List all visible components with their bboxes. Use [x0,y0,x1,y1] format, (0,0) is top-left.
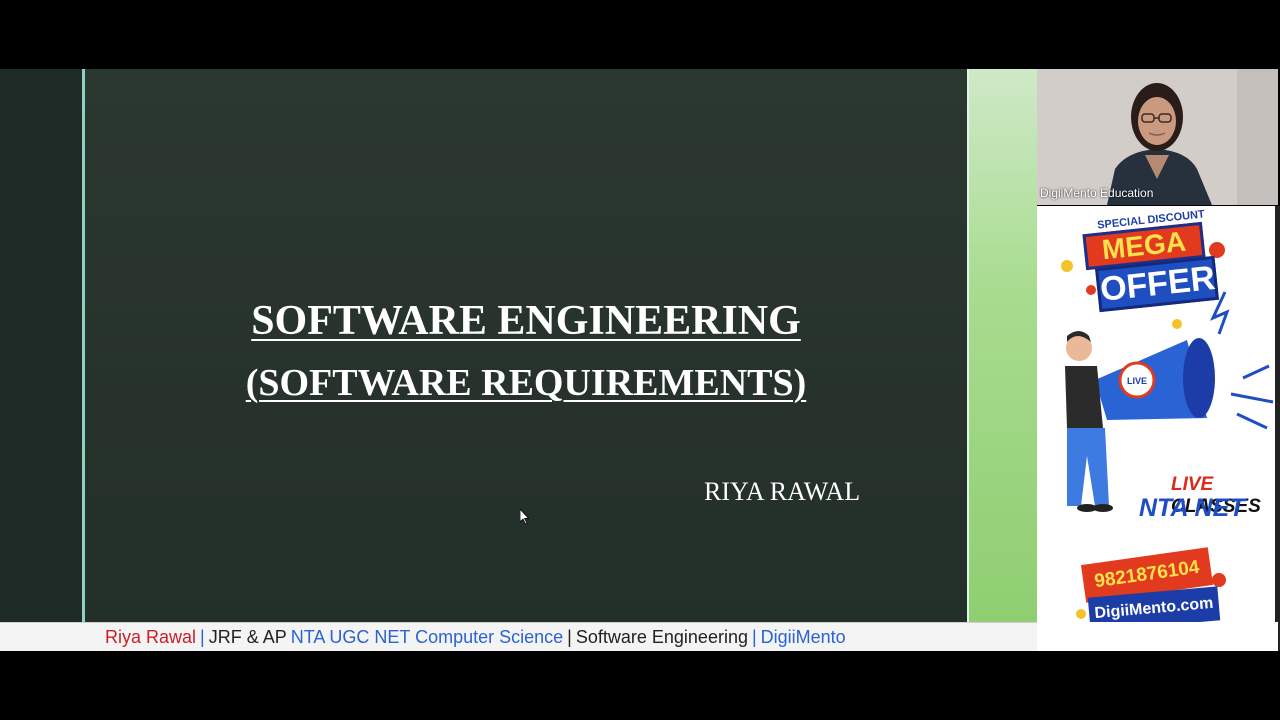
ticker-exam: NTA UGC NET Computer Science [290,626,564,647]
ticker-separator: | [567,626,572,647]
ticker-role: JRF & AP [208,626,287,647]
ticker-separator: | [751,626,757,647]
mouse-cursor-icon [520,509,530,525]
slide-subtitle: (SOFTWARE REQUIREMENTS) [245,362,807,404]
ticker-presenter-name: Riya Rawal [105,626,197,647]
webcam-feed: DigiiMento Education [1037,69,1278,205]
ad-edge [1275,206,1280,651]
promo-banner: LIVE SPECIAL DISCOUNT MEGA OFFER LIVE CL… [1037,206,1278,651]
lower-third-ticker: Riya Rawal | JRF & AP NTA UGC NET Comput… [0,622,1037,651]
nta-net-label: NTA NET [1139,494,1245,522]
ticker-right-area [1037,622,1278,651]
megaphone-live-text: LIVE [1127,376,1147,386]
slide-author: RIYA RAWAL [704,477,861,506]
slide-title: SOFTWARE ENGINEERING [251,298,801,344]
slide-right-accent-line [967,69,969,622]
ticker-subject: Software Engineering [575,626,748,647]
presentation-slide: SOFTWARE ENGINEERING (SOFTWARE REQUIREME… [0,69,1037,622]
ticker-brand: DigiiMento [760,626,846,647]
slide-left-strip [0,69,82,622]
presenter-video [1037,69,1278,205]
slide-accent-line [82,69,85,622]
live-label: LIVE [1171,474,1214,495]
slide-right-strip [967,69,1037,622]
participant-name: DigiiMento Education [1040,186,1154,200]
ticker-separator: | [200,626,205,647]
